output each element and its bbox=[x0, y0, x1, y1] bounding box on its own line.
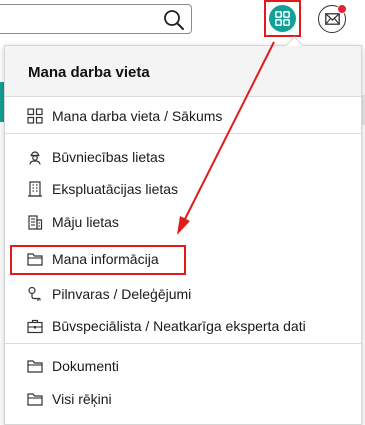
menu-item-label: Dokumenti bbox=[52, 358, 119, 374]
apps-button[interactable] bbox=[269, 5, 296, 32]
divider bbox=[5, 133, 361, 134]
menu-title: Mana darba vieta bbox=[28, 64, 150, 81]
my-information-highlight bbox=[10, 245, 186, 275]
folder-icon bbox=[27, 360, 43, 373]
envelope-icon bbox=[324, 13, 340, 25]
folder-icon bbox=[27, 393, 43, 406]
menu-item-label: Būvniecības lietas bbox=[52, 149, 165, 165]
building-icon bbox=[28, 181, 42, 197]
grid-icon bbox=[27, 108, 43, 124]
worker-icon bbox=[29, 151, 41, 165]
menu-item-label: Mana darba vieta / Sākums bbox=[52, 108, 223, 124]
menu-header: Mana darba vieta bbox=[5, 46, 361, 97]
top-bar bbox=[0, 0, 365, 40]
search-input[interactable] bbox=[0, 4, 192, 34]
menu-item-label: Visi rēķini bbox=[52, 391, 112, 407]
menu-item-all-invoices[interactable]: Visi rēķini bbox=[5, 382, 361, 416]
apps-button-highlight bbox=[264, 0, 301, 37]
menu-item-label: Māju lietas bbox=[52, 214, 119, 230]
menu-item-label: Pilnvaras / Deleģējumi bbox=[52, 286, 192, 302]
menu-item-powers-of-attorney[interactable]: Pilnvaras / Deleģējumi bbox=[5, 277, 361, 311]
mail-button[interactable] bbox=[318, 4, 347, 33]
menu-item-label: Būvspeciālista / Neatkarīga eksperta dat… bbox=[52, 318, 306, 334]
menu-item-construction-cases[interactable]: Būvniecības lietas bbox=[5, 140, 361, 174]
menu-item-house-cases[interactable]: Māju lietas bbox=[5, 205, 361, 239]
grid-icon bbox=[275, 11, 290, 26]
workspace-dropdown: Mana darba vieta Mana darba vieta / Sāku… bbox=[4, 45, 362, 425]
menu-item-label: Ekspluatācijas lietas bbox=[52, 181, 179, 197]
key-icon bbox=[28, 286, 41, 301]
menu-item-home[interactable]: Mana darba vieta / Sākums bbox=[5, 99, 361, 133]
apartment-icon bbox=[28, 215, 43, 230]
menu-item-documents[interactable]: Dokumenti bbox=[5, 349, 361, 383]
menu-item-operation-cases[interactable]: Ekspluatācijas lietas bbox=[5, 172, 361, 206]
briefcase-icon bbox=[27, 319, 43, 334]
search-icon[interactable] bbox=[163, 9, 185, 31]
notification-badge bbox=[337, 4, 347, 14]
divider bbox=[5, 343, 361, 344]
menu-item-specialist-data[interactable]: Būvspeciālista / Neatkarīga eksperta dat… bbox=[5, 309, 361, 343]
